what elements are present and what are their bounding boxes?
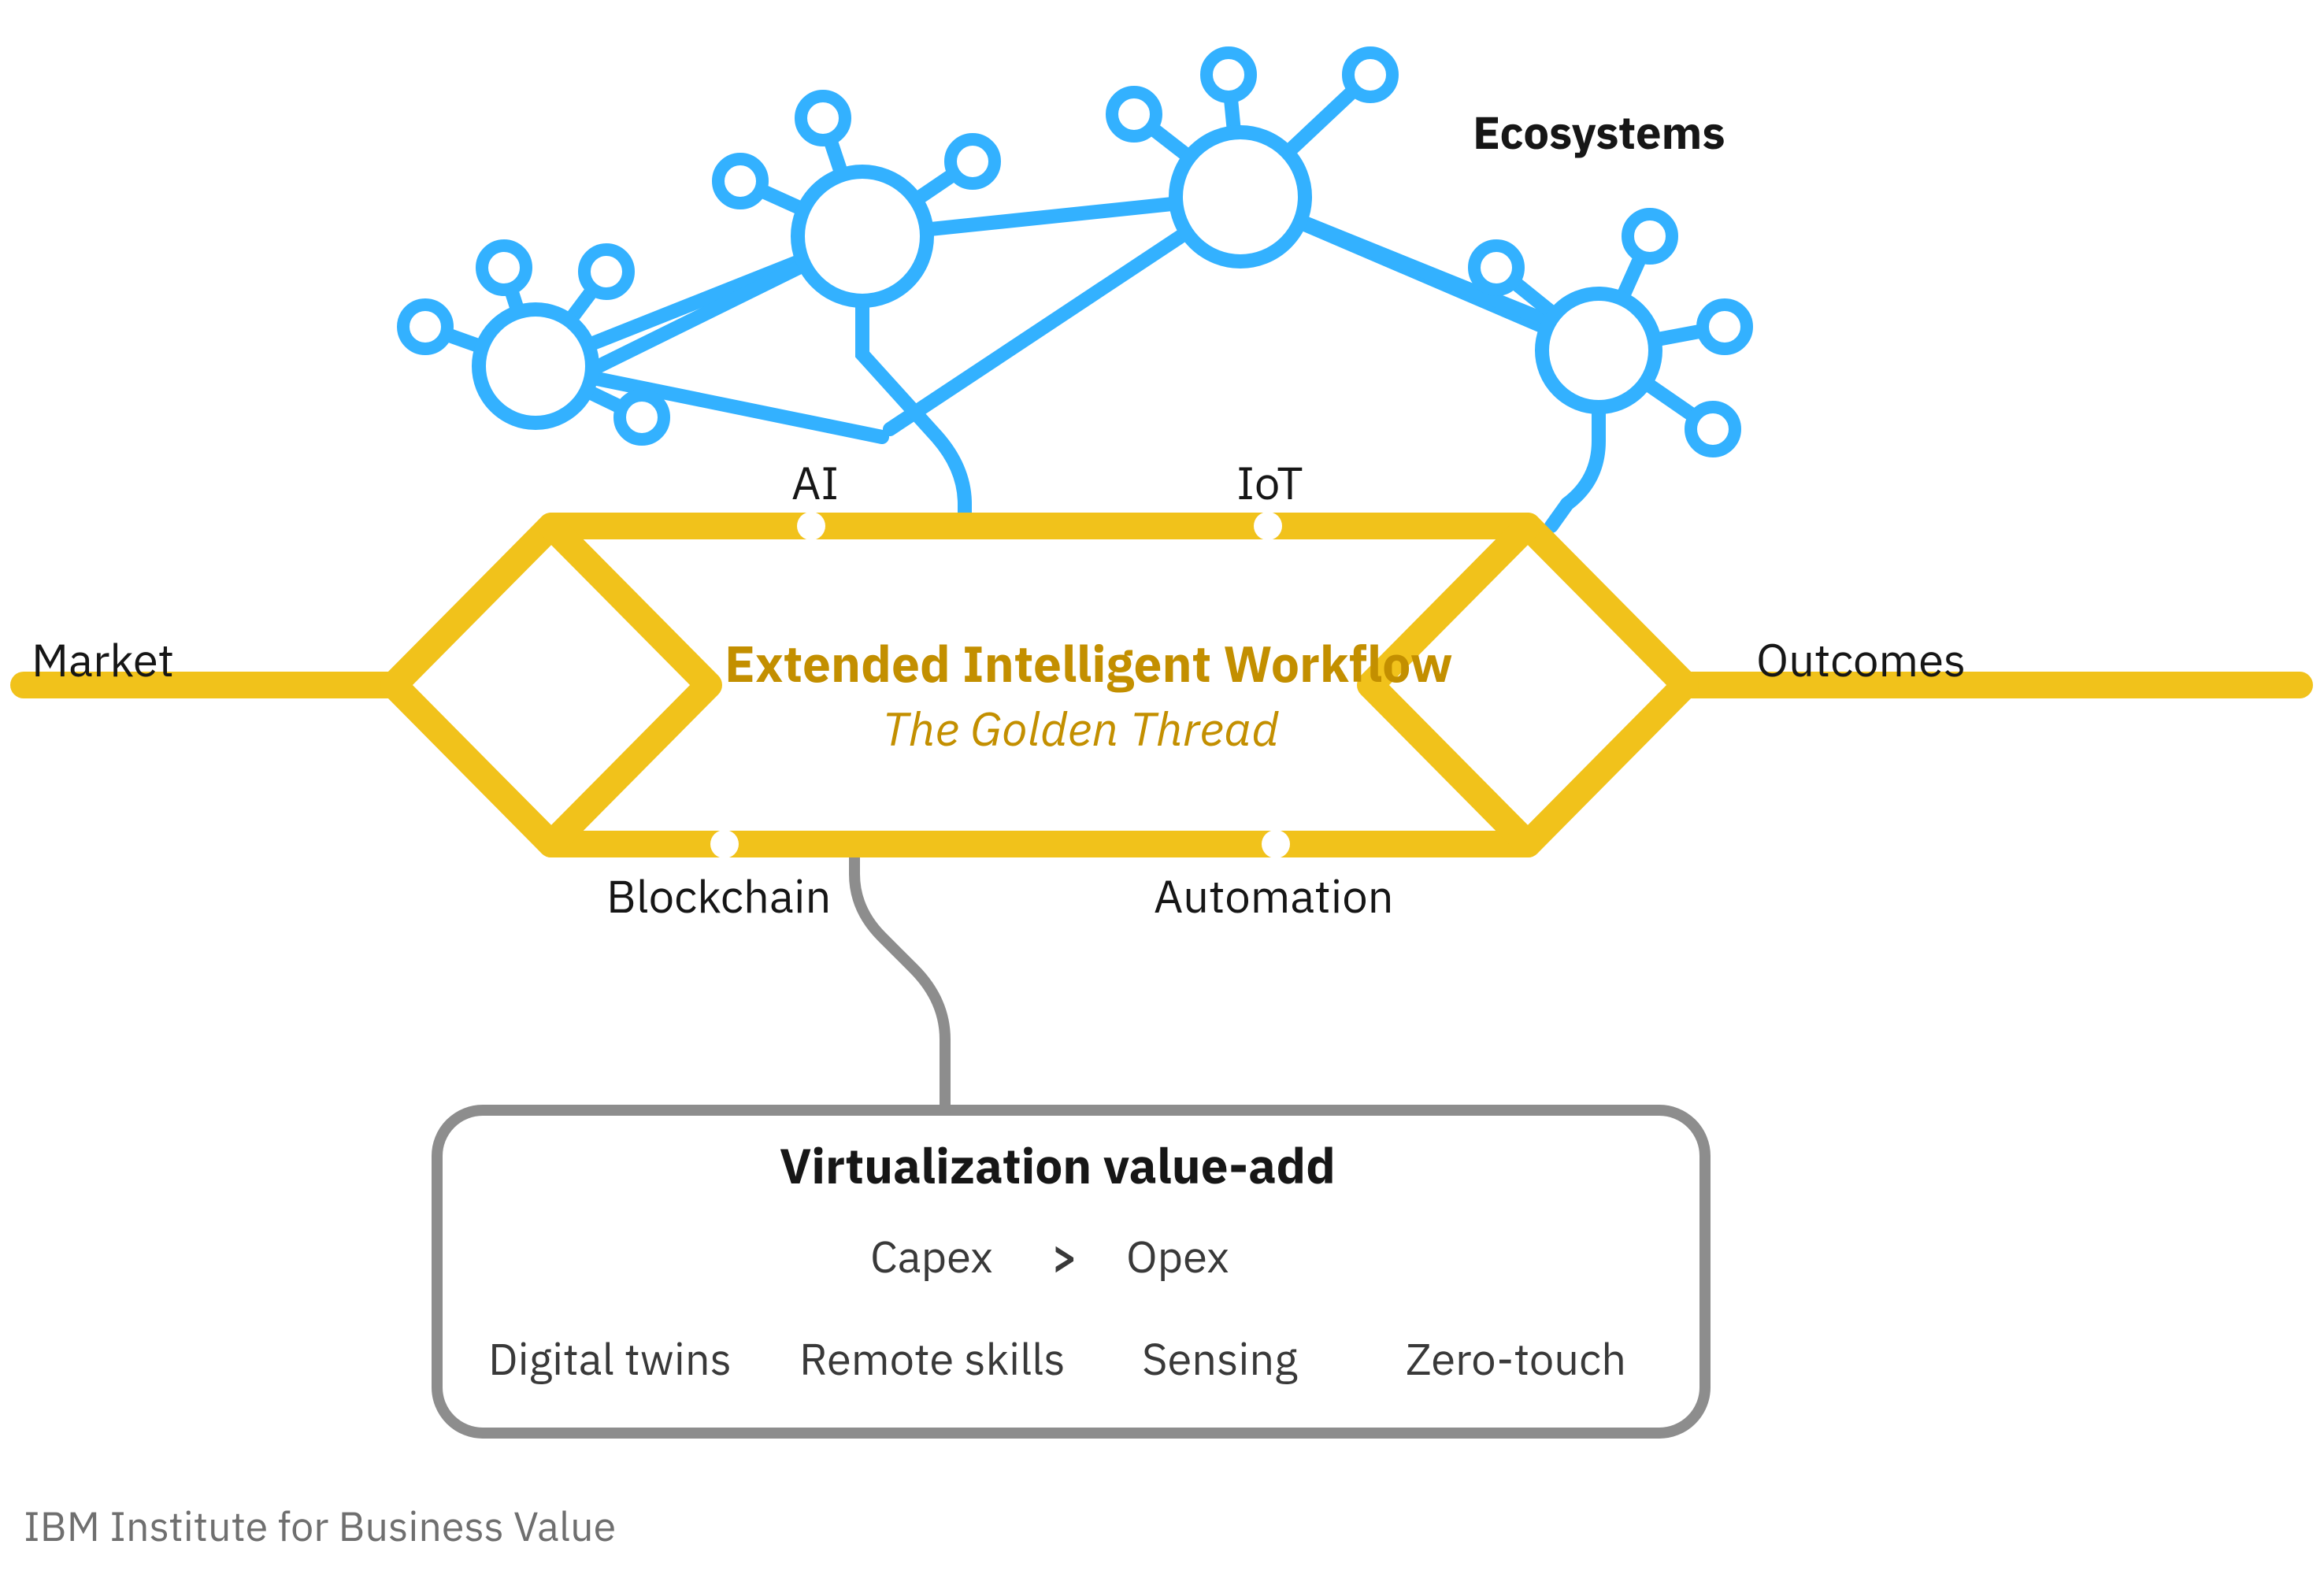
outcomes-label: Outcomes	[1756, 630, 1966, 689]
tech-blockchain-label: Blockchain	[606, 866, 831, 925]
value-box-capex: Capex	[870, 1228, 993, 1285]
value-item-zero-touch: Zero-touch	[1406, 1331, 1626, 1387]
tech-automation-label: Automation	[1154, 866, 1394, 925]
value-item-digital-twins: Digital twins	[488, 1331, 732, 1387]
workflow-subtitle: The Golden Thread	[882, 697, 1279, 759]
value-item-remote-skills: Remote skills	[799, 1331, 1066, 1387]
value-box-arrow: >	[1051, 1228, 1078, 1285]
tech-iot-label: IoT	[1236, 453, 1303, 512]
ecosystems-label: Ecosystems	[1473, 102, 1725, 161]
footer-attribution: IBM Institute for Business Value	[24, 1500, 616, 1553]
market-label: Market	[32, 630, 174, 689]
tech-ai-label: AI	[791, 453, 839, 512]
value-box-title: Virtualization value-add	[780, 1134, 1336, 1198]
value-item-sensing: Sensing	[1142, 1331, 1298, 1387]
value-box-opex: Opex	[1126, 1228, 1229, 1285]
diagram-root: Ecosystems Market Outcomes AI IoT Blockc…	[0, 0, 2324, 1574]
workflow-title: Extended Intelligent Workflow	[725, 630, 1453, 696]
